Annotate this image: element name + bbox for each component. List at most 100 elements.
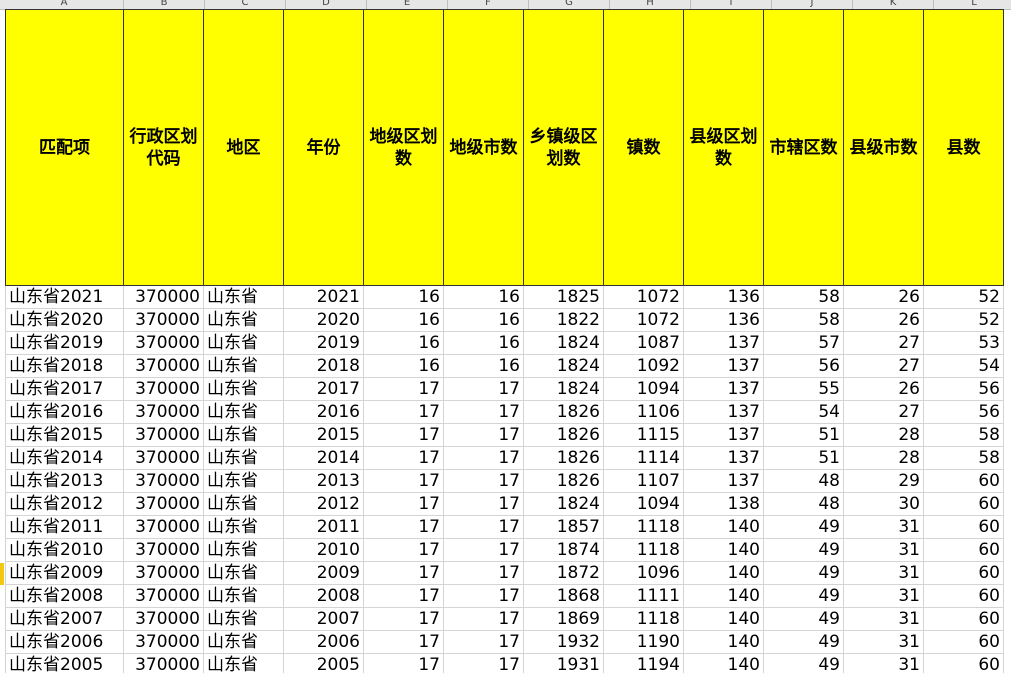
table-cell[interactable]: 31 bbox=[843, 607, 924, 631]
table-cell[interactable]: 49 bbox=[763, 630, 844, 654]
table-cell[interactable]: 山东省 bbox=[203, 538, 284, 562]
table-cell[interactable]: 30 bbox=[843, 492, 924, 516]
column-header-i[interactable]: I bbox=[691, 0, 772, 9]
table-cell[interactable]: 56 bbox=[763, 354, 844, 378]
header-cell[interactable]: 县级区划数 bbox=[683, 9, 764, 286]
table-cell[interactable]: 1931 bbox=[523, 653, 604, 673]
table-cell[interactable]: 138 bbox=[683, 492, 764, 516]
table-cell[interactable]: 1096 bbox=[603, 561, 684, 585]
table-cell[interactable]: 31 bbox=[843, 630, 924, 654]
table-cell[interactable]: 山东省2019 bbox=[5, 331, 124, 355]
table-cell[interactable]: 山东省 bbox=[203, 630, 284, 654]
table-cell[interactable]: 54 bbox=[763, 400, 844, 424]
table-cell[interactable]: 56 bbox=[923, 400, 1004, 424]
column-header-l[interactable]: L bbox=[934, 0, 1011, 9]
column-header-d[interactable]: D bbox=[286, 0, 367, 9]
header-cell[interactable]: 市辖区数 bbox=[763, 9, 844, 286]
table-cell[interactable]: 山东省 bbox=[203, 492, 284, 516]
table-cell[interactable]: 51 bbox=[763, 423, 844, 447]
table-cell[interactable]: 1111 bbox=[603, 584, 684, 608]
table-cell[interactable]: 17 bbox=[443, 492, 524, 516]
table-cell[interactable]: 1072 bbox=[603, 285, 684, 309]
table-cell[interactable]: 1824 bbox=[523, 354, 604, 378]
table-cell[interactable]: 2010 bbox=[283, 538, 364, 562]
table-cell[interactable]: 58 bbox=[763, 285, 844, 309]
table-cell[interactable]: 山东省2009 bbox=[5, 561, 124, 585]
table-cell[interactable]: 1824 bbox=[523, 331, 604, 355]
column-header-j[interactable]: J bbox=[772, 0, 853, 9]
table-cell[interactable]: 1118 bbox=[603, 538, 684, 562]
table-cell[interactable]: 山东省2010 bbox=[5, 538, 124, 562]
table-cell[interactable]: 28 bbox=[843, 423, 924, 447]
table-cell[interactable]: 140 bbox=[683, 630, 764, 654]
table-cell[interactable]: 370000 bbox=[123, 492, 204, 516]
table-cell[interactable]: 1118 bbox=[603, 607, 684, 631]
table-cell[interactable]: 54 bbox=[923, 354, 1004, 378]
table-cell[interactable]: 17 bbox=[443, 630, 524, 654]
table-cell[interactable]: 370000 bbox=[123, 630, 204, 654]
table-cell[interactable]: 山东省 bbox=[203, 331, 284, 355]
table-cell[interactable]: 1826 bbox=[523, 423, 604, 447]
table-cell[interactable]: 17 bbox=[363, 492, 444, 516]
table-cell[interactable]: 2019 bbox=[283, 331, 364, 355]
table-cell[interactable]: 2013 bbox=[283, 469, 364, 493]
table-cell[interactable]: 137 bbox=[683, 423, 764, 447]
table-cell[interactable]: 17 bbox=[443, 377, 524, 401]
header-cell[interactable]: 县级市数 bbox=[843, 9, 924, 286]
table-cell[interactable]: 17 bbox=[363, 515, 444, 539]
table-cell[interactable]: 60 bbox=[923, 515, 1004, 539]
table-cell[interactable]: 1106 bbox=[603, 400, 684, 424]
table-cell[interactable]: 17 bbox=[443, 469, 524, 493]
table-cell[interactable]: 137 bbox=[683, 331, 764, 355]
table-cell[interactable]: 31 bbox=[843, 653, 924, 673]
table-cell[interactable]: 1932 bbox=[523, 630, 604, 654]
column-header-e[interactable]: E bbox=[367, 0, 448, 9]
table-cell[interactable]: 136 bbox=[683, 308, 764, 332]
table-cell[interactable]: 2005 bbox=[283, 653, 364, 673]
table-cell[interactable]: 27 bbox=[843, 331, 924, 355]
table-cell[interactable]: 1072 bbox=[603, 308, 684, 332]
table-cell[interactable]: 17 bbox=[443, 515, 524, 539]
table-cell[interactable]: 山东省2005 bbox=[5, 653, 124, 673]
table-cell[interactable]: 山东省 bbox=[203, 308, 284, 332]
table-cell[interactable]: 山东省 bbox=[203, 285, 284, 309]
table-cell[interactable]: 1869 bbox=[523, 607, 604, 631]
table-cell[interactable]: 17 bbox=[443, 584, 524, 608]
header-cell[interactable]: 行政区划代码 bbox=[123, 9, 204, 286]
table-cell[interactable]: 1094 bbox=[603, 377, 684, 401]
table-cell[interactable]: 17 bbox=[363, 423, 444, 447]
column-header-h[interactable]: H bbox=[610, 0, 691, 9]
table-cell[interactable]: 17 bbox=[363, 561, 444, 585]
table-cell[interactable]: 2006 bbox=[283, 630, 364, 654]
table-cell[interactable]: 16 bbox=[363, 354, 444, 378]
table-cell[interactable]: 山东省 bbox=[203, 607, 284, 631]
table-cell[interactable]: 16 bbox=[363, 331, 444, 355]
table-cell[interactable]: 2017 bbox=[283, 377, 364, 401]
table-cell[interactable]: 1118 bbox=[603, 515, 684, 539]
table-cell[interactable]: 16 bbox=[363, 285, 444, 309]
table-cell[interactable]: 1826 bbox=[523, 400, 604, 424]
table-cell[interactable]: 370000 bbox=[123, 308, 204, 332]
header-cell[interactable]: 地级区划数 bbox=[363, 9, 444, 286]
table-cell[interactable]: 370000 bbox=[123, 584, 204, 608]
table-cell[interactable]: 山东省2008 bbox=[5, 584, 124, 608]
table-cell[interactable]: 山东省2021 bbox=[5, 285, 124, 309]
table-cell[interactable]: 16 bbox=[443, 285, 524, 309]
table-cell[interactable]: 49 bbox=[763, 561, 844, 585]
column-header-b[interactable]: B bbox=[124, 0, 205, 9]
table-cell[interactable]: 370000 bbox=[123, 653, 204, 673]
table-cell[interactable]: 28 bbox=[843, 446, 924, 470]
table-cell[interactable]: 2018 bbox=[283, 354, 364, 378]
table-cell[interactable]: 1094 bbox=[603, 492, 684, 516]
column-header-c[interactable]: C bbox=[205, 0, 286, 9]
table-cell[interactable]: 2015 bbox=[283, 423, 364, 447]
table-cell[interactable]: 17 bbox=[363, 400, 444, 424]
table-cell[interactable]: 山东省 bbox=[203, 377, 284, 401]
header-cell[interactable]: 地区 bbox=[203, 9, 284, 286]
table-cell[interactable]: 370000 bbox=[123, 354, 204, 378]
table-cell[interactable]: 山东省 bbox=[203, 584, 284, 608]
table-cell[interactable]: 137 bbox=[683, 377, 764, 401]
table-cell[interactable]: 1874 bbox=[523, 538, 604, 562]
table-cell[interactable]: 山东省2016 bbox=[5, 400, 124, 424]
table-cell[interactable]: 17 bbox=[363, 469, 444, 493]
